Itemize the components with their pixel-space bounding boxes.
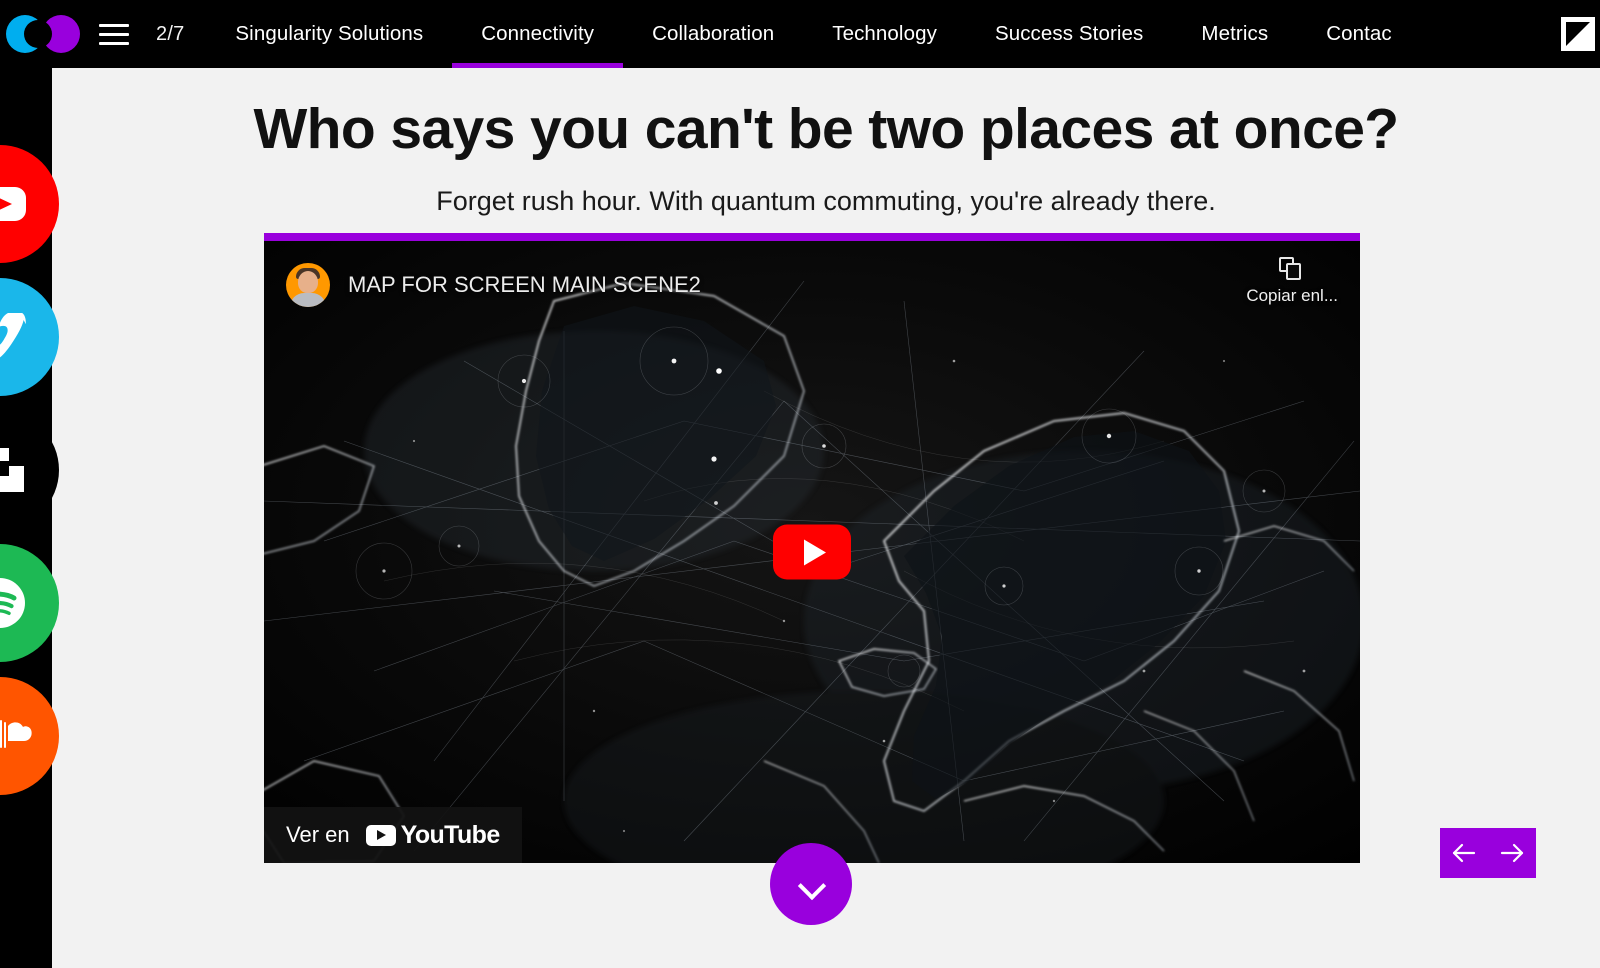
nav-item-success-stories[interactable]: Success Stories bbox=[966, 0, 1172, 68]
page-title: Who says you can't be two places at once… bbox=[52, 100, 1600, 160]
vimeo-icon bbox=[0, 313, 29, 361]
scroll-down-button[interactable] bbox=[770, 843, 852, 925]
page-subtitle: Forget rush hour. With quantum commuting… bbox=[52, 186, 1600, 217]
logo-circle-intersection bbox=[24, 20, 52, 48]
youtube-logo: YouTube bbox=[366, 821, 500, 850]
app-logo[interactable] bbox=[0, 0, 86, 68]
watch-on-prefix: Ver en bbox=[286, 822, 350, 848]
hamburger-bar bbox=[99, 24, 129, 27]
nav-item-contact[interactable]: Contac bbox=[1297, 0, 1421, 68]
social-links-rail bbox=[0, 145, 59, 795]
play-button-icon[interactable] bbox=[773, 525, 851, 580]
social-link-youtube[interactable] bbox=[0, 145, 59, 263]
copy-icon bbox=[1279, 257, 1305, 283]
nav-item-technology[interactable]: Technology bbox=[803, 0, 966, 68]
video-card: MAP FOR SCREEN MAIN SCENE2 Copiar enl...… bbox=[264, 233, 1360, 863]
arrow-left-icon bbox=[1451, 842, 1477, 864]
presentation-root: 2/7 Singularity Solutions Connectivity C… bbox=[0, 0, 1600, 968]
slide-navigation bbox=[1440, 828, 1536, 878]
youtube-icon bbox=[0, 184, 28, 224]
social-link-soundcloud[interactable] bbox=[0, 677, 59, 795]
avatar-head bbox=[298, 271, 318, 293]
youtube-play-triangle bbox=[377, 830, 386, 840]
video-player[interactable]: MAP FOR SCREEN MAIN SCENE2 Copiar enl...… bbox=[264, 241, 1360, 863]
video-accent-bar bbox=[264, 233, 1360, 241]
nav-item-label: Contac bbox=[1326, 22, 1392, 46]
nav-item-label: Singularity Solutions bbox=[235, 22, 423, 46]
nav-item-label: Collaboration bbox=[652, 22, 774, 46]
social-link-unsplash[interactable] bbox=[0, 411, 59, 529]
video-title[interactable]: MAP FOR SCREEN MAIN SCENE2 bbox=[348, 272, 701, 298]
slide-counter: 2/7 bbox=[142, 23, 206, 46]
copy-icon-front-sheet bbox=[1286, 263, 1301, 280]
soundcloud-icon bbox=[0, 719, 33, 753]
nav-item-label: Technology bbox=[832, 22, 937, 46]
nav-item-singularity-solutions[interactable]: Singularity Solutions bbox=[206, 0, 452, 68]
nav-items: Singularity Solutions Connectivity Colla… bbox=[206, 0, 1532, 68]
channel-avatar[interactable] bbox=[286, 263, 330, 307]
previous-slide-button[interactable] bbox=[1440, 828, 1488, 878]
next-slide-button[interactable] bbox=[1488, 828, 1536, 878]
youtube-play-icon bbox=[366, 825, 396, 846]
nav-item-metrics[interactable]: Metrics bbox=[1172, 0, 1297, 68]
youtube-wordmark: YouTube bbox=[401, 821, 500, 850]
chevron-down-icon bbox=[798, 871, 824, 897]
play-triangle bbox=[804, 539, 826, 565]
copy-link-button[interactable]: Copiar enl... bbox=[1246, 257, 1338, 306]
nav-item-label: Success Stories bbox=[995, 22, 1143, 46]
avatar-body bbox=[290, 293, 326, 307]
nav-item-collaboration[interactable]: Collaboration bbox=[623, 0, 803, 68]
nav-item-connectivity[interactable]: Connectivity bbox=[452, 0, 623, 68]
present-fullscreen-icon[interactable] bbox=[1544, 0, 1600, 68]
hamburger-menu-icon[interactable] bbox=[86, 0, 142, 68]
video-header: MAP FOR SCREEN MAIN SCENE2 bbox=[264, 241, 1360, 329]
hamburger-bar bbox=[99, 42, 129, 45]
spotify-icon bbox=[0, 576, 27, 630]
arrow-right-icon bbox=[1499, 842, 1525, 864]
nav-item-label: Connectivity bbox=[481, 22, 594, 46]
overlapping-circles-logo bbox=[6, 15, 80, 53]
watch-on-youtube-button[interactable]: Ver en YouTube bbox=[264, 807, 522, 863]
unsplash-icon bbox=[0, 446, 26, 494]
nav-item-label: Metrics bbox=[1201, 22, 1268, 46]
copy-link-label: Copiar enl... bbox=[1246, 286, 1338, 306]
present-glyph bbox=[1561, 17, 1595, 51]
social-link-vimeo[interactable] bbox=[0, 278, 59, 396]
top-navigation-bar: 2/7 Singularity Solutions Connectivity C… bbox=[0, 0, 1600, 68]
hamburger-bar bbox=[99, 33, 129, 36]
social-link-spotify[interactable] bbox=[0, 544, 59, 662]
